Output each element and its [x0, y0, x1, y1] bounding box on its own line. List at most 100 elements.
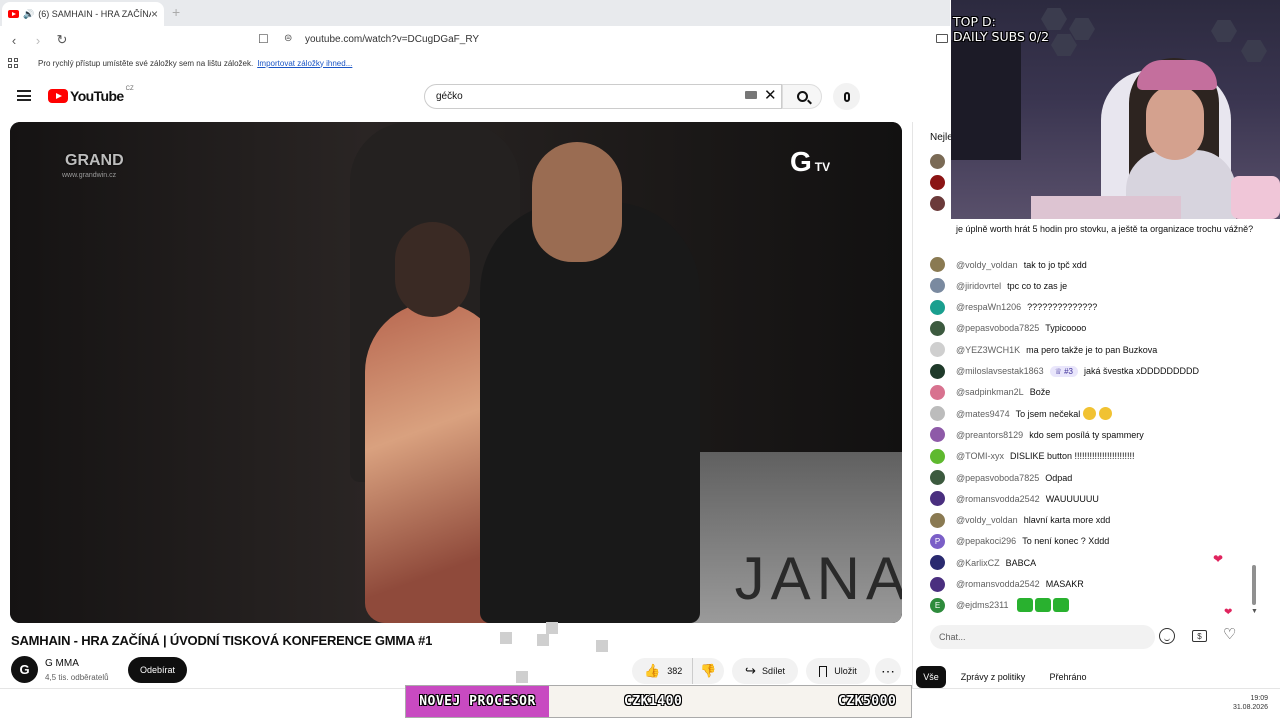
forward-icon[interactable]: ›: [28, 30, 48, 50]
chat-message[interactable]: @pepasvoboda7825 Odpad: [930, 470, 1072, 485]
chat-message[interactable]: @TOMI-xyx DISLIKE button !!!!!!!!!!!!!!!!…: [930, 448, 1135, 464]
chat-message[interactable]: @preantors8129 kdo sem posílá ty spammery: [930, 427, 1144, 443]
chat-message[interactable]: @voldy_voldan hlavní karta more xdd: [930, 512, 1110, 528]
dislike-button[interactable]: 👎: [693, 663, 724, 679]
chat-filter-replay[interactable]: Přehráno: [1040, 666, 1096, 688]
like-count: 382: [667, 666, 683, 676]
avatar[interactable]: [930, 491, 945, 507]
chat-filter-policy[interactable]: Zprávy z politiky: [953, 666, 1033, 688]
system-clock[interactable]: 19:09 31.08.2026: [1220, 694, 1268, 712]
chat-author[interactable]: @preantors8129: [956, 430, 1023, 440]
avatar[interactable]: [930, 299, 945, 315]
chat-author[interactable]: @romansvodda2542: [956, 494, 1040, 504]
chat-author[interactable]: @respaWn1206: [956, 302, 1021, 312]
avatar[interactable]: [930, 278, 945, 294]
chat-author[interactable]: @jiridovrtel: [956, 281, 1001, 291]
chat-message[interactable]: @romansvodda2542 WAUUUUUU: [930, 491, 1099, 507]
super-chat-icon[interactable]: $: [1192, 630, 1207, 642]
more-actions-icon[interactable]: ⋯: [875, 658, 901, 684]
search-input[interactable]: géčko: [424, 84, 782, 109]
chat-message[interactable]: @voldy_voldan tak to jo tpč xdd: [930, 257, 1087, 272]
chat-message[interactable]: @jiridovrtel tpc co to zas je: [930, 278, 1067, 294]
menu-icon[interactable]: [17, 90, 31, 101]
clear-search-icon[interactable]: ✕: [764, 86, 777, 104]
avatar[interactable]: [930, 342, 945, 358]
chat-author[interactable]: @pepakoci296: [956, 536, 1016, 546]
chat-author[interactable]: @sadpinkman2L: [956, 387, 1024, 397]
new-tab-icon[interactable]: +: [172, 4, 180, 20]
search-button[interactable]: [782, 84, 822, 109]
chat-message[interactable]: @respaWn1206??????????????: [930, 299, 1097, 315]
avatar[interactable]: [930, 427, 945, 443]
reload-icon[interactable]: ↻: [52, 30, 72, 50]
chat-message[interactable]: E @ejdms2311: [930, 597, 1069, 613]
apps-grid-icon[interactable]: [8, 58, 18, 68]
chat-author[interactable]: @YEZ3WCH1K: [956, 345, 1020, 355]
avatar[interactable]: [930, 470, 945, 485]
subscribe-button[interactable]: Odebírat: [128, 657, 187, 683]
youtube-header: YouTube CZ géčko ✕: [0, 76, 950, 116]
avatar[interactable]: P: [930, 533, 945, 549]
chat-message[interactable]: @sadpinkman2L Bože: [930, 384, 1050, 400]
site-info-icon[interactable]: ⊜: [284, 33, 292, 44]
chat-message[interactable]: @mates9474 To jsem nečekal: [930, 406, 1113, 422]
youtube-logo[interactable]: YouTube CZ: [48, 86, 134, 104]
channel-name[interactable]: G MMA: [45, 658, 79, 669]
chat-message[interactable]: @romansvodda2542 MASAKR: [930, 576, 1084, 592]
avatar[interactable]: [930, 555, 945, 571]
chat-author[interactable]: @KarlixCZ: [956, 558, 1000, 568]
avatar[interactable]: [930, 320, 945, 336]
avatar[interactable]: [930, 512, 945, 528]
channel-avatar[interactable]: G: [11, 656, 38, 683]
chat-message[interactable]: @YEZ3WCH1K ma pero takže je to pan Buzkov…: [930, 342, 1157, 358]
voice-search-button[interactable]: [833, 83, 860, 110]
grand-sponsor-logo: GRAND: [65, 152, 124, 169]
avatar[interactable]: [930, 384, 945, 400]
grand-sponsor-url: www.grandwin.cz: [62, 172, 117, 179]
avatar[interactable]: [930, 448, 945, 464]
like-button[interactable]: 👍 382: [632, 658, 693, 684]
share-button[interactable]: ↪ Sdílet: [732, 658, 798, 684]
chat-author[interactable]: @ejdms2311: [956, 600, 1009, 610]
chat-author[interactable]: @pepasvoboda7825: [956, 323, 1039, 333]
chat-message[interactable]: @miloslavsestak1863 ♕ #3 jaká švestka xDDD…: [930, 363, 1199, 379]
speaker-icon[interactable]: 🔊: [23, 9, 34, 20]
taskbar-left: [0, 688, 405, 720]
chat-text: Typicoooo: [1045, 323, 1087, 334]
chat-author[interactable]: @TOMI-xyx: [956, 451, 1004, 461]
video-person-man: [480, 202, 700, 623]
chat-input[interactable]: Chat...: [930, 625, 1155, 649]
emoji-icon[interactable]: [1159, 628, 1175, 644]
heart-icon[interactable]: ♡: [1223, 625, 1236, 643]
back-icon[interactable]: ‹: [4, 30, 24, 50]
avatar[interactable]: [930, 576, 945, 592]
bookmark-icon[interactable]: ☐: [258, 32, 269, 46]
chat-scrollbar[interactable]: [1252, 565, 1256, 605]
chat-author[interactable]: @miloslavsestak1863: [956, 366, 1044, 376]
chat-author[interactable]: @voldy_voldan: [956, 260, 1018, 270]
chat-author[interactable]: @romansvodda2542: [956, 579, 1040, 589]
chat-message[interactable]: P @pepakoci296 To není konec ? Xddd: [930, 533, 1109, 549]
keyboard-icon[interactable]: [745, 91, 757, 99]
chat-sort-menu[interactable]: Nejle: [930, 132, 953, 143]
chat-author[interactable]: @mates9474: [956, 409, 1010, 419]
chat-author[interactable]: @pepasvoboda7825: [956, 473, 1039, 483]
chat-author[interactable]: @voldy_voldan: [956, 515, 1018, 525]
scroll-down-icon[interactable]: ▼: [1251, 608, 1258, 615]
chat-filter-all[interactable]: Vše: [916, 666, 946, 688]
browser-tab[interactable]: 🔊 (6) SAMHAIN - HRA ZAČÍNÁ ×: [2, 2, 164, 26]
chat-message[interactable]: @pepasvoboda7825 Typicoooo: [930, 320, 1087, 336]
sub-goal-line-2: DAILY SUBS 0/2: [953, 29, 1050, 44]
avatar[interactable]: [930, 363, 945, 379]
save-button[interactable]: Uložit: [806, 658, 870, 684]
video-player[interactable]: JANA GRAND www.grandwin.cz G TV: [10, 122, 902, 623]
clock-time: 19:09: [1250, 695, 1268, 702]
import-bookmarks-link[interactable]: Importovat záložky ihned...: [257, 59, 352, 68]
url-field[interactable]: youtube.com/watch?v=DCugDGaF_RY: [305, 34, 479, 45]
avatar[interactable]: [930, 257, 945, 272]
avatar[interactable]: [930, 406, 945, 422]
close-tab-icon[interactable]: ×: [151, 7, 158, 21]
avatar[interactable]: E: [930, 597, 945, 613]
cast-icon[interactable]: [936, 34, 948, 43]
chat-message[interactable]: @KarlixCZ BABCA: [930, 555, 1036, 571]
